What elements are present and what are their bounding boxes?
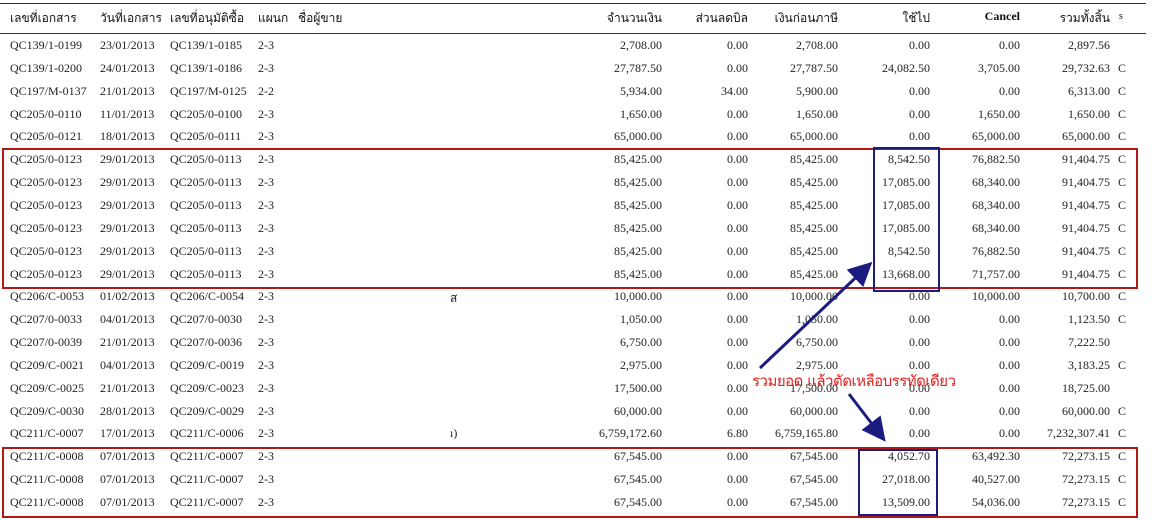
annotation-text: รวมยอด แล้วตัดเหลือบรรทัดเดียว (752, 372, 956, 390)
annotation-arrows (758, 261, 886, 442)
arrow-up-icon (758, 261, 873, 370)
report-page: เลขที่เอกสาร วันที่เอกสาร เลขที่อนุมัติซ… (0, 0, 1152, 520)
arrow-down-icon (847, 393, 886, 442)
